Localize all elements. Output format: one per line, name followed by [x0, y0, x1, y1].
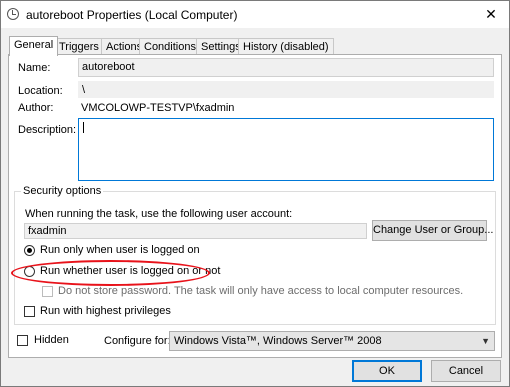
configure-for-value: Windows Vista™, Windows Server™ 2008 [174, 335, 382, 347]
location-value: \ [78, 81, 494, 98]
window-title: autoreboot Properties (Local Computer) [26, 8, 238, 22]
cancel-button[interactable]: Cancel [431, 360, 501, 382]
name-label: Name: [18, 62, 51, 74]
title-bar: autoreboot Properties (Local Computer) ✕ [1, 1, 509, 28]
close-button[interactable]: ✕ [473, 1, 509, 28]
hidden-checkbox[interactable] [17, 335, 28, 346]
properties-dialog: autoreboot Properties (Local Computer) ✕… [0, 0, 510, 387]
run-logged-on-label[interactable]: Run only when user is logged on [40, 244, 200, 256]
tab-history[interactable]: History (disabled) [238, 38, 334, 55]
account-prompt: When running the task, use the following… [25, 208, 293, 220]
name-field[interactable]: autoreboot [78, 58, 494, 77]
author-label: Author: [18, 102, 54, 114]
security-options-title: Security options [21, 185, 104, 197]
clock-icon [7, 8, 19, 20]
highest-privileges-label[interactable]: Run with highest privileges [40, 305, 171, 317]
author-value: VMCOLOWP-TESTVP\fxadmin [81, 102, 235, 114]
tab-conditions[interactable]: Conditions [139, 38, 201, 55]
hidden-label[interactable]: Hidden [34, 334, 69, 346]
highest-privileges-checkbox[interactable] [24, 306, 35, 317]
no-store-password-label: Do not store password. The task will onl… [58, 285, 464, 297]
description-textarea[interactable] [78, 118, 494, 181]
run-whether-label[interactable]: Run whether user is logged on or not [40, 265, 220, 277]
configure-for-select[interactable]: Windows Vista™, Windows Server™ 2008 ▼ [169, 331, 495, 351]
run-logged-on-radio[interactable] [24, 245, 35, 256]
description-label: Description: [18, 124, 77, 136]
tab-general[interactable]: General [9, 36, 59, 56]
text-caret [83, 122, 84, 133]
location-label: Location: [18, 85, 63, 97]
configure-for-label: Configure for: [104, 335, 171, 347]
change-user-button[interactable]: Change User or Group... [372, 220, 493, 241]
user-account-field: fxadmin [24, 223, 367, 239]
run-whether-radio[interactable] [24, 266, 35, 277]
no-store-password-checkbox[interactable] [42, 286, 53, 297]
ok-button[interactable]: OK [352, 360, 422, 382]
tab-triggers[interactable]: Triggers [54, 38, 104, 55]
chevron-down-icon: ▼ [481, 336, 490, 346]
